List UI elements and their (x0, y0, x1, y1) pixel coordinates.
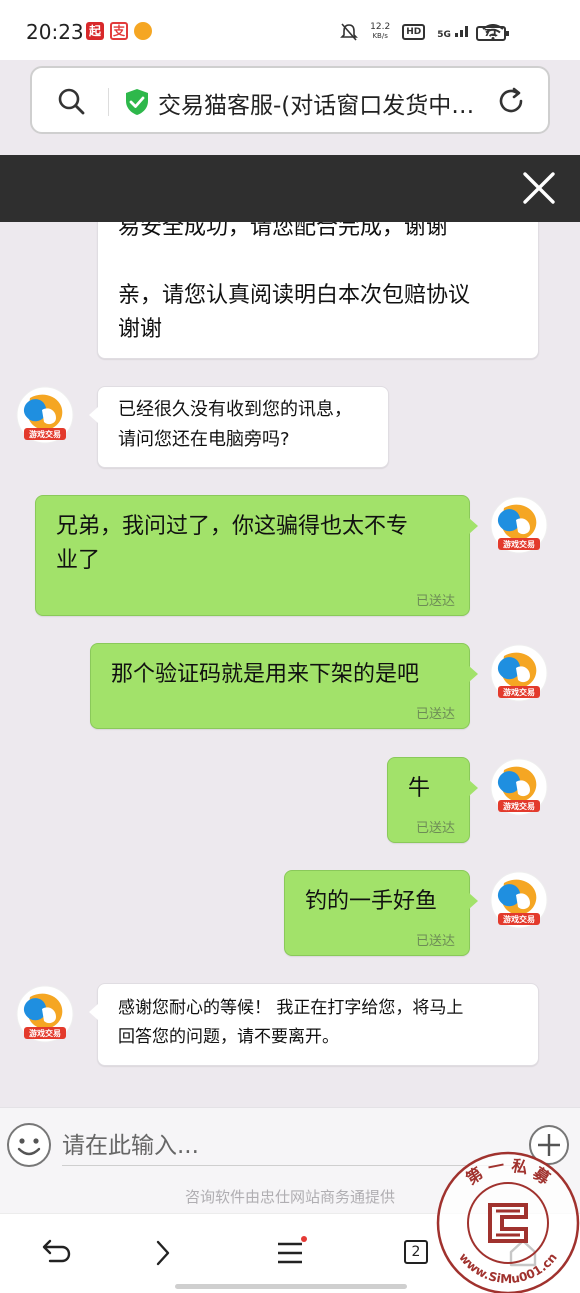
chat-message-list[interactable]: 易安全成功，请您配合完成，谢谢 亲，请您认真阅读明白本次包赔协议 谢谢 游戏交易… (0, 222, 580, 1107)
user-message-bubble: 牛 已送达 (387, 757, 478, 843)
secure-shield-icon (126, 89, 148, 115)
message-text: 亲，请您认真阅读明白本次包赔协议 (118, 283, 471, 308)
user-avatar: 游戏交易 (490, 871, 548, 929)
message-text: 回答您的问题，请不要离开。 (118, 1027, 339, 1047)
user-avatar: 游戏交易 (490, 758, 548, 816)
delivered-status: 已送达 (415, 594, 455, 609)
svg-text:游戏交易: 游戏交易 (503, 687, 535, 697)
alipay-notification-icon: 支 (110, 22, 128, 40)
app-notification-icon: 起 (86, 22, 104, 40)
message-text: 已经很久没有收到您的讯息， (118, 399, 352, 420)
user-avatar: 游戏交易 (490, 496, 548, 554)
game-notification-icon (134, 22, 152, 40)
forward-icon[interactable] (146, 1236, 180, 1270)
chat-header-bar (0, 155, 580, 222)
hd-badge: HD (402, 24, 426, 40)
user-avatar: 游戏交易 (490, 644, 548, 702)
user-message-bubble: 兄弟，我问过了，你这骗得也太不专 业了 已送达 (35, 495, 478, 616)
address-divider (108, 88, 109, 116)
user-message-bubble: 那个验证码就是用来下架的是吧 已送达 (90, 643, 478, 729)
delivered-status: 已送达 (415, 821, 455, 836)
signal-5g-icon: 5G (437, 25, 470, 40)
delivered-status: 已送达 (415, 707, 455, 722)
message-text: 兄弟，我问过了，你这骗得也太不专 (56, 514, 409, 539)
message-text: 业了 (56, 548, 101, 573)
message-text: 请问您还在电脑旁吗? (118, 429, 290, 450)
svg-text:游戏交易: 游戏交易 (503, 539, 535, 549)
network-speed: 12.2 KB/s (370, 22, 391, 41)
message-text: 谢谢 (118, 317, 163, 342)
search-icon[interactable] (56, 86, 86, 116)
agent-message-bubble: 已经很久没有收到您的讯息， 请问您还在电脑旁吗? (89, 386, 389, 468)
agent-message-bubble: 易安全成功，请您配合完成，谢谢 亲，请您认真阅读明白本次包赔协议 谢谢 (97, 222, 539, 359)
watermark-seal: 第 一 私 募 www.SiMu001.cn (436, 1151, 580, 1293)
battery-indicator: 71 (476, 26, 509, 41)
status-time: 20:23 (26, 20, 84, 44)
agent-avatar: 游戏交易 (16, 985, 74, 1043)
message-text: 感谢您耐心的等候！ 我正在打字给您，将马上 (118, 998, 464, 1018)
address-bar[interactable]: 交易猫客服-(对话窗口发货中… (30, 66, 550, 134)
home-indicator (175, 1284, 407, 1289)
message-text: 钓的一手好鱼 (305, 889, 438, 914)
tabs-button[interactable]: 2 (404, 1240, 428, 1264)
svg-text:游戏交易: 游戏交易 (29, 429, 61, 439)
svg-text:游戏交易: 游戏交易 (29, 1028, 61, 1038)
reload-icon[interactable] (496, 86, 526, 116)
user-message-bubble: 钓的一手好鱼 已送达 (284, 870, 478, 956)
agent-message-bubble: 感谢您耐心的等候！ 我正在打字给您，将马上 回答您的问题，请不要离开。 (89, 983, 539, 1066)
svg-text:游戏交易: 游戏交易 (503, 914, 535, 924)
message-text: 牛 (408, 776, 431, 801)
page-title[interactable]: 交易猫客服-(对话窗口发货中… (158, 86, 488, 120)
svg-text:游戏交易: 游戏交易 (503, 801, 535, 811)
agent-avatar: 游戏交易 (16, 386, 74, 444)
mute-bell-icon (340, 23, 359, 41)
back-icon[interactable] (38, 1236, 72, 1270)
status-bar: 20:23 起 支 12.2 KB/s HD 5G 71 (0, 0, 580, 60)
message-text: 那个验证码就是用来下架的是吧 (111, 662, 420, 687)
close-icon[interactable] (520, 169, 558, 207)
emoji-icon[interactable] (6, 1122, 52, 1168)
delivered-status: 已送达 (415, 934, 455, 949)
menu-icon[interactable] (273, 1236, 307, 1270)
message-text: 易安全成功，请您配合完成，谢谢 (118, 222, 449, 240)
